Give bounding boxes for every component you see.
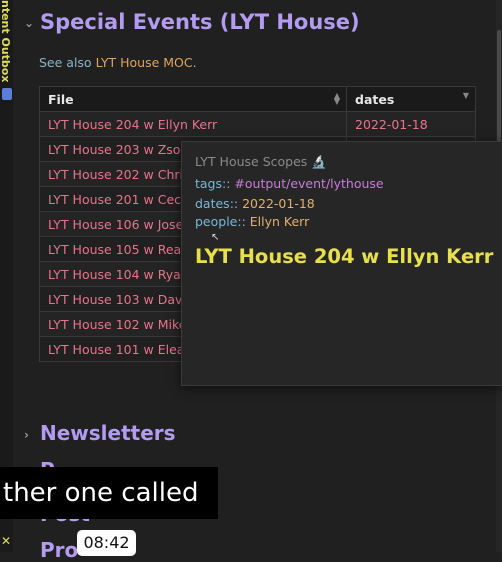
- mouse-cursor-icon: ↖: [211, 232, 220, 243]
- file-cell[interactable]: LYT House 204 w Ellyn Kerr: [39, 111, 347, 137]
- people-property: people:: Ellyn Kerr: [195, 214, 309, 229]
- column-label: dates: [355, 91, 395, 107]
- video-timer: 08:42: [77, 530, 136, 556]
- column-label: File: [48, 91, 74, 107]
- pin-icon[interactable]: [2, 88, 12, 100]
- see-also-suffix: .: [192, 55, 197, 70]
- tag-link[interactable]: #output/event/lythouse: [234, 176, 383, 191]
- section-heading[interactable]: ⌄ Special Events (LYT House): [24, 10, 360, 34]
- property-value[interactable]: Ellyn Kerr: [250, 214, 309, 229]
- chevron-right-icon[interactable]: ›: [24, 428, 36, 442]
- chevron-down-icon[interactable]: ⌄: [24, 16, 36, 30]
- table-row: LYT House 204 w Ellyn Kerr 2022-01-18: [39, 111, 476, 137]
- tags-property: tags:: #output/event/lythouse: [195, 176, 384, 191]
- property-key: dates::: [195, 196, 239, 211]
- sidebar-vertical-label[interactable]: ntent Outbox: [0, 0, 12, 95]
- section-partial[interactable]: Pro: [40, 538, 78, 562]
- close-icon[interactable]: ✕: [1, 534, 11, 548]
- property-value: 2022-01-18: [242, 196, 315, 211]
- microscope-icon: 🔬: [311, 154, 327, 169]
- column-header-dates[interactable]: dates ▼: [346, 86, 476, 112]
- property-key: people::: [195, 214, 246, 229]
- section-newsletters[interactable]: › Newsletters: [24, 421, 176, 445]
- popover-note-heading: LYT House 204 w Ellyn Kerr: [195, 245, 494, 268]
- section-title: Special Events (LYT House): [40, 10, 360, 34]
- see-also-prefix: See also: [39, 55, 96, 70]
- property-key: tags::: [195, 176, 231, 191]
- column-header-file[interactable]: File ▲ ▼: [39, 86, 347, 112]
- video-caption: ther one called: [0, 467, 218, 519]
- section-title: Newsletters: [40, 421, 176, 445]
- dates-cell: 2022-01-18: [346, 111, 476, 137]
- see-also-line: See also LYT House MOC.: [39, 55, 197, 70]
- see-also-link[interactable]: LYT House MOC: [96, 55, 193, 70]
- dropdown-icon[interactable]: ▼: [463, 92, 469, 100]
- dates-property: dates:: 2022-01-18: [195, 196, 315, 211]
- popover-title-text: LYT House Scopes: [195, 154, 308, 169]
- hover-preview-popover[interactable]: LYT House Scopes 🔬 tags:: #output/event/…: [181, 141, 502, 386]
- popover-title: LYT House Scopes 🔬: [195, 154, 327, 170]
- sort-icon[interactable]: ▲ ▼: [334, 92, 340, 106]
